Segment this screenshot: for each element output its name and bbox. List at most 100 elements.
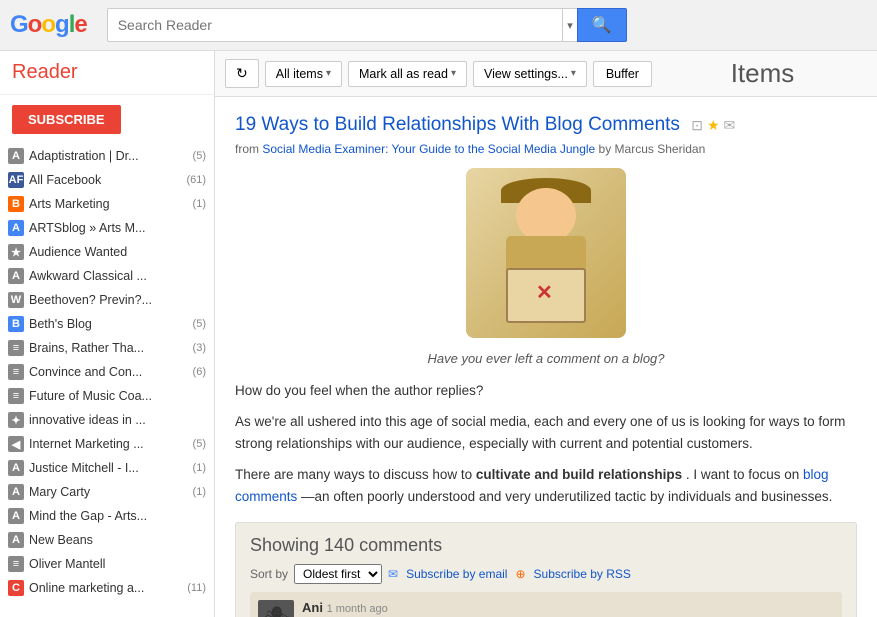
para3-middle: . I want to focus on bbox=[686, 467, 803, 482]
article-para3: There are many ways to discuss how to cu… bbox=[235, 464, 857, 507]
sidebar-item-icon: AF bbox=[8, 172, 24, 188]
sidebar-item-all-facebook[interactable]: AF All Facebook (61) bbox=[0, 168, 214, 192]
comments-box: Showing 140 comments Sort by Oldest firs… bbox=[235, 522, 857, 617]
para3-prefix: There are many ways to discuss how to bbox=[235, 467, 476, 482]
article-source-link[interactable]: Social Media Examiner: Your Guide to the… bbox=[262, 142, 595, 156]
sidebar-item-icon: A bbox=[8, 484, 24, 500]
sidebar-item-count: (5) bbox=[193, 318, 206, 330]
mark-all-arrow: ▾ bbox=[451, 68, 456, 79]
sidebar-item-brains[interactable]: ≡ Brains, Rather Tha... (3) bbox=[0, 336, 214, 360]
subscribe-rss-link[interactable]: Subscribe by RSS bbox=[534, 567, 631, 581]
external-link-icon[interactable]: ⊡ bbox=[691, 116, 703, 134]
from-label: from bbox=[235, 142, 262, 156]
star-icon[interactable]: ★ bbox=[707, 116, 720, 134]
sidebar-item-artsblog[interactable]: A ARTSblog » Arts M... bbox=[0, 216, 214, 240]
sort-select[interactable]: Oldest first bbox=[294, 564, 382, 584]
sidebar-item-mary-carty[interactable]: A Mary Carty (1) bbox=[0, 480, 214, 504]
refresh-button[interactable]: ↻ bbox=[225, 59, 259, 88]
article-caption: Have you ever left a comment on a blog? bbox=[235, 351, 857, 366]
sidebar-item-adaptistration[interactable]: A Adaptistration | Dr... (5) bbox=[0, 144, 214, 168]
sidebar-item-awkward-classical[interactable]: A Awkward Classical ... bbox=[0, 264, 214, 288]
article-area: 19 Ways to Build Relationships With Blog… bbox=[215, 97, 877, 617]
sidebar-item-convince[interactable]: ≡ Convince and Con... (6) bbox=[0, 360, 214, 384]
sidebar-item-label: Brains, Rather Tha... bbox=[29, 341, 188, 355]
subscribe-button[interactable]: SUBSCRIBE bbox=[12, 105, 121, 134]
sidebar-header: Reader bbox=[0, 51, 214, 95]
comment-time: 1 month ago bbox=[327, 603, 388, 615]
sidebar-item-count: (1) bbox=[193, 462, 206, 474]
comments-sort-row: Sort by Oldest first ✉ Subscribe by emai… bbox=[250, 564, 842, 584]
sidebar-item-count: (5) bbox=[193, 438, 206, 450]
explorer-illustration: ✕ bbox=[466, 168, 626, 338]
article-title: 19 Ways to Build Relationships With Blog… bbox=[235, 113, 857, 138]
sidebar-item-icon: A bbox=[8, 220, 24, 236]
mark-all-label: Mark all as read bbox=[359, 67, 448, 81]
sidebar-item-label: Adaptistration | Dr... bbox=[29, 149, 188, 163]
sidebar-item-icon: W bbox=[8, 292, 24, 308]
sidebar-item-icon: ◀ bbox=[8, 436, 24, 452]
article-title-link[interactable]: 19 Ways to Build Relationships With Blog… bbox=[235, 114, 680, 135]
sidebar-item-count: (61) bbox=[186, 174, 206, 186]
sidebar-item-label: Oliver Mantell bbox=[29, 557, 201, 571]
sort-label: Sort by bbox=[250, 567, 288, 581]
head bbox=[516, 188, 576, 243]
sidebar-item-label: Arts Marketing bbox=[29, 197, 188, 211]
sidebar-item-mind-the-gap[interactable]: A Mind the Gap - Arts... bbox=[0, 504, 214, 528]
comment-content: Ani 1 month ago Great article Marcus. I … bbox=[302, 600, 834, 617]
sidebar-item-oliver-mantell[interactable]: ≡ Oliver Mantell bbox=[0, 552, 214, 576]
sidebar-item-innovative-ideas[interactable]: ✦ innovative ideas in ... bbox=[0, 408, 214, 432]
sidebar-item-icon: ≡ bbox=[8, 340, 24, 356]
sidebar: Reader SUBSCRIBE A Adaptistration | Dr..… bbox=[0, 51, 215, 617]
sidebar-item-internet-marketing[interactable]: ◀ Internet Marketing ... (5) bbox=[0, 432, 214, 456]
sidebar-item-icon: A bbox=[8, 148, 24, 164]
article-para2: As we're all ushered into this age of so… bbox=[235, 411, 857, 454]
sidebar-item-icon: B bbox=[8, 316, 24, 332]
sidebar-item-label: Internet Marketing ... bbox=[29, 437, 188, 451]
sidebar-item-icon: ≡ bbox=[8, 364, 24, 380]
article-para1: How do you feel when the author replies? bbox=[235, 380, 857, 402]
sidebar-item-icon: ★ bbox=[8, 244, 24, 260]
sidebar-item-beths-blog[interactable]: B Beth's Blog (5) bbox=[0, 312, 214, 336]
sidebar-item-label: Justice Mitchell - I... bbox=[29, 461, 188, 475]
sidebar-item-label: Mary Carty bbox=[29, 485, 188, 499]
sidebar-item-label: ARTSblog » Arts M... bbox=[29, 221, 201, 235]
sidebar-item-label: Mind the Gap - Arts... bbox=[29, 509, 201, 523]
sidebar-item-justice-mitchell[interactable]: A Justice Mitchell - I... (1) bbox=[0, 456, 214, 480]
map-x: ✕ bbox=[536, 280, 553, 305]
google-logo: Google bbox=[10, 11, 87, 39]
buffer-button[interactable]: Buffer bbox=[593, 61, 652, 87]
share-icon[interactable]: ✉ bbox=[724, 116, 736, 134]
sidebar-item-arts-marketing[interactable]: B Arts Marketing (1) bbox=[0, 192, 214, 216]
sidebar-item-icon: C bbox=[8, 580, 24, 596]
sidebar-item-label: Online marketing a... bbox=[29, 581, 182, 595]
sidebar-item-count: (6) bbox=[193, 366, 206, 378]
sidebar-item-beethoven[interactable]: W Beethoven? Previn?... bbox=[0, 288, 214, 312]
sidebar-item-icon: A bbox=[8, 532, 24, 548]
sidebar-item-icon: ✦ bbox=[8, 412, 24, 428]
search-button[interactable]: 🔍 bbox=[577, 8, 627, 42]
sidebar-item-audience-wanted[interactable]: ★ Audience Wanted bbox=[0, 240, 214, 264]
subscribe-email-link[interactable]: Subscribe by email bbox=[406, 567, 507, 581]
subscribe-links: ✉ Subscribe by email ⊕ Subscribe by RSS bbox=[388, 567, 631, 581]
mark-all-read-button[interactable]: Mark all as read ▾ bbox=[348, 61, 467, 87]
toolbar: ↻ All items ▾ Mark all as read ▾ View se… bbox=[215, 51, 877, 97]
header: Google ▾ 🔍 bbox=[0, 0, 877, 51]
sidebar-item-new-beans[interactable]: A New Beans bbox=[0, 528, 214, 552]
all-items-button[interactable]: All items ▾ bbox=[265, 61, 342, 87]
layout: Reader SUBSCRIBE A Adaptistration | Dr..… bbox=[0, 51, 877, 617]
view-settings-arrow: ▾ bbox=[571, 68, 576, 79]
sidebar-item-icon: ≡ bbox=[8, 388, 24, 404]
sidebar-item-online-marketing[interactable]: C Online marketing a... (11) bbox=[0, 576, 214, 600]
sidebar-item-count: (5) bbox=[193, 150, 206, 162]
sidebar-item-icon: A bbox=[8, 460, 24, 476]
sidebar-item-label: innovative ideas in ... bbox=[29, 413, 201, 427]
sidebar-item-icon: A bbox=[8, 508, 24, 524]
search-dropdown-button[interactable]: ▾ bbox=[562, 8, 577, 42]
view-settings-button[interactable]: View settings... ▾ bbox=[473, 61, 587, 87]
search-input[interactable] bbox=[107, 8, 563, 42]
sidebar-item-label: Audience Wanted bbox=[29, 245, 201, 259]
sidebar-item-count: (1) bbox=[193, 486, 206, 498]
sidebar-item-future-music[interactable]: ≡ Future of Music Coa... bbox=[0, 384, 214, 408]
sidebar-item-count: (3) bbox=[193, 342, 206, 354]
map: ✕ bbox=[506, 268, 586, 323]
